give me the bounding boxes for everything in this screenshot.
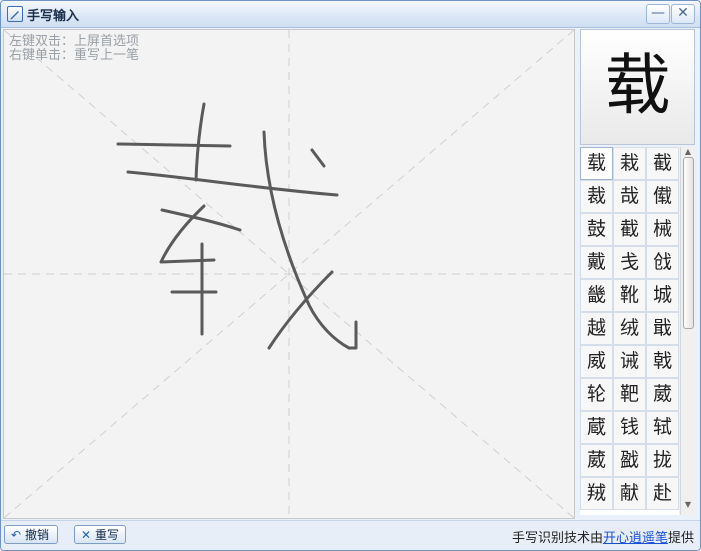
credit-text: 手写识别技术由开心逍遥笔提供: [512, 527, 694, 546]
scroll-thumb[interactable]: [683, 157, 694, 329]
candidate-item[interactable]: 截: [613, 213, 646, 246]
stroke-7: [160, 208, 242, 232]
candidate-scrollbar[interactable]: ▲ ▼: [680, 147, 695, 515]
recognized-preview: 载: [580, 29, 695, 145]
candidate-item[interactable]: 械: [646, 213, 679, 246]
candidate-item[interactable]: 戋: [613, 246, 646, 279]
candidate-item[interactable]: 戗: [646, 246, 679, 279]
credit-suffix: 提供: [667, 531, 694, 546]
candidate-item[interactable]: 戢: [646, 312, 679, 345]
window-title: 手写输入: [27, 9, 80, 24]
candidate-item[interactable]: 赴: [646, 477, 679, 510]
undo-icon: ↶: [10, 528, 22, 542]
undo-label: 撤销: [25, 528, 50, 542]
guide-lines: [4, 30, 574, 518]
candidate-item[interactable]: 轼: [646, 411, 679, 444]
credit-link[interactable]: 开心逍遥笔: [603, 531, 668, 546]
stroke-6: [310, 148, 326, 168]
candidate-item[interactable]: 裁: [580, 180, 613, 213]
stroke-1: [116, 142, 232, 148]
candidate-item[interactable]: 轮: [580, 378, 613, 411]
writing-canvas[interactable]: 左键双击：上屏首选项 右键单击：重写上一笔: [3, 29, 575, 519]
candidate-item[interactable]: 钱: [613, 411, 646, 444]
rewrite-label: 重写: [95, 528, 120, 542]
candidate-item[interactable]: 越: [580, 312, 613, 345]
pen-icon: [7, 6, 23, 22]
candidate-item[interactable]: 畿: [580, 279, 613, 312]
minimize-icon: —: [651, 5, 665, 21]
scroll-down-icon[interactable]: ▼: [681, 499, 695, 511]
ink-strokes: [116, 102, 358, 350]
credit-prefix: 手写识别技术由: [511, 531, 603, 546]
stroke-4: [262, 130, 351, 350]
candidate-item[interactable]: 栽: [613, 147, 646, 180]
canvas-strokes: [4, 30, 574, 518]
stroke-2: [194, 102, 206, 182]
candidate-item[interactable]: 戴: [580, 246, 613, 279]
candidate-item[interactable]: 傤: [646, 180, 679, 213]
candidate-item[interactable]: 戟: [646, 345, 679, 378]
candidate-item[interactable]: 哉: [613, 180, 646, 213]
candidate-item[interactable]: 载: [580, 147, 613, 180]
hint-double-click: 左键双击：上屏首选项: [9, 34, 140, 49]
candidate-item[interactable]: 诫: [613, 345, 646, 378]
x-icon: ✕: [80, 528, 92, 542]
candidate-item[interactable]: 羢: [580, 477, 613, 510]
close-button[interactable]: ✕: [671, 4, 695, 24]
candidate-item[interactable]: 蔵: [580, 411, 613, 444]
candidate-item[interactable]: 威: [580, 345, 613, 378]
candidate-item[interactable]: 鼓: [580, 213, 613, 246]
handwriting-window: 手写输入 — ✕ 左键双击：上屏首选项 右键单击：重写上一笔 载 载 栽 截 裁…: [0, 0, 701, 551]
candidate-item[interactable]: 戤: [613, 444, 646, 477]
hint-right-click: 右键单击：重写上一笔: [9, 48, 140, 63]
bottom-bar: ↶ 撤销 ✕ 重写 手写识别技术由开心逍遥笔提供: [1, 520, 700, 550]
stroke-3: [126, 170, 339, 197]
candidate-item[interactable]: 献: [613, 477, 646, 510]
undo-button[interactable]: ↶ 撤销: [4, 525, 58, 544]
title-bar[interactable]: 手写输入 — ✕: [1, 1, 700, 28]
candidate-item[interactable]: 靶: [613, 378, 646, 411]
candidate-item[interactable]: 葳: [580, 444, 613, 477]
preview-character: 载: [604, 47, 671, 124]
rewrite-button[interactable]: ✕ 重写: [74, 525, 126, 544]
close-icon: ✕: [677, 5, 689, 21]
minimize-button[interactable]: —: [646, 4, 670, 24]
candidate-item[interactable]: 截: [646, 147, 679, 180]
candidate-item[interactable]: 绒: [613, 312, 646, 345]
candidate-item[interactable]: 城: [646, 279, 679, 312]
candidate-item[interactable]: 靴: [613, 279, 646, 312]
candidate-grid: 载栽截裁哉傤鼓截械戴戋戗畿靴城越绒戢威诫戟轮靶葳蔵钱轼葳戤拢羢献赴: [580, 147, 679, 515]
candidate-item[interactable]: 拢: [646, 444, 679, 477]
candidate-item[interactable]: 葳: [646, 378, 679, 411]
scroll-up-icon[interactable]: ▲: [681, 147, 695, 157]
